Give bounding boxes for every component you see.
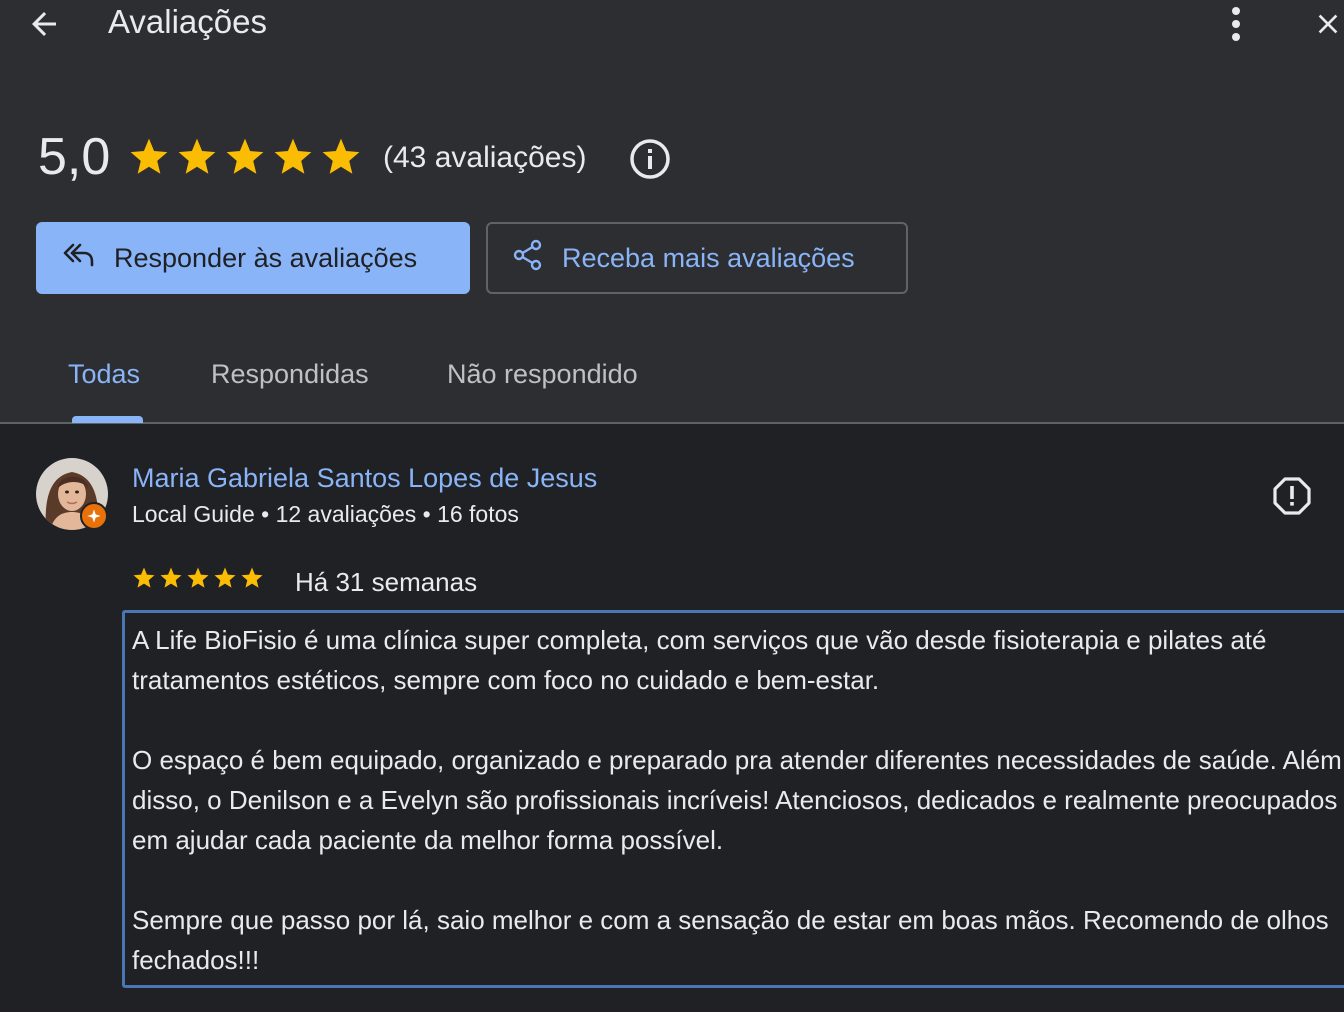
- star-icon: [187, 567, 209, 588]
- tabs-divider: [0, 422, 1344, 424]
- star-icon: [160, 567, 182, 588]
- star-icon: [226, 138, 264, 174]
- active-tab-indicator: [72, 416, 143, 423]
- star-icon: [214, 567, 236, 588]
- review-time: Há 31 semanas: [295, 567, 478, 597]
- local-guide-badge-icon: [80, 502, 108, 530]
- star-icon: [322, 138, 360, 174]
- get-more-reviews-label: Receba mais avaliações: [562, 242, 855, 273]
- review-text: A Life BioFisio é uma clínica super comp…: [132, 620, 1342, 980]
- tab-todas[interactable]: Todas: [68, 356, 140, 392]
- arrow-left-icon[interactable]: [22, 2, 66, 46]
- share-icon: [512, 239, 544, 278]
- tab-nao-respondido[interactable]: Não respondido: [447, 356, 638, 392]
- review-paragraph: A Life BioFisio é uma clínica super comp…: [132, 625, 1267, 695]
- star-icon: [274, 138, 312, 174]
- page-title: Avaliações: [108, 3, 267, 40]
- star-icon: [178, 138, 216, 174]
- close-icon[interactable]: [1306, 2, 1344, 46]
- tab-respondidas[interactable]: Respondidas: [211, 356, 369, 392]
- reply-all-icon: [62, 241, 96, 276]
- star-icon: [241, 567, 263, 588]
- star-icon: [130, 138, 168, 174]
- reviewer-meta: Local Guide • 12 avaliações • 16 fotos: [132, 501, 519, 527]
- star-icon: [133, 567, 155, 588]
- report-icon[interactable]: [1270, 474, 1314, 518]
- header-panel: [0, 0, 1344, 423]
- more-vert-icon[interactable]: [1216, 2, 1256, 46]
- review-paragraph: O espaço é bem equipado, organizado e pr…: [132, 745, 1342, 855]
- info-icon[interactable]: [628, 137, 672, 181]
- review-stars: [132, 566, 264, 590]
- rating-value: 5,0: [38, 128, 111, 186]
- review-paragraph: Sempre que passo por lá, saio melhor e c…: [132, 905, 1329, 975]
- reviewer-name[interactable]: Maria Gabriela Santos Lopes de Jesus: [132, 460, 597, 496]
- respond-reviews-label: Responder às avaliações: [114, 242, 418, 273]
- get-more-reviews-button[interactable]: Receba mais avaliações: [486, 222, 908, 294]
- respond-reviews-button[interactable]: Responder às avaliações: [36, 222, 470, 294]
- rating-stars: [128, 136, 362, 178]
- review-count: (43 avaliações): [383, 141, 587, 174]
